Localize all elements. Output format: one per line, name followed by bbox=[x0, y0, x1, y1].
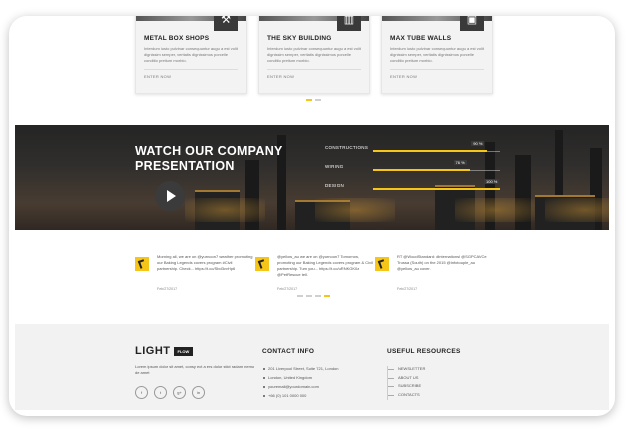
social-links: f t g+ in bbox=[135, 386, 205, 399]
twitter-badge-icon bbox=[255, 257, 269, 271]
tweet-text: @yellow_au we are on @yurnoon7 Tomorrow,… bbox=[277, 254, 373, 277]
carousel-pagination bbox=[306, 99, 321, 101]
toolbox-icon: ▣ bbox=[460, 16, 484, 31]
google-plus-icon[interactable]: g+ bbox=[173, 386, 186, 399]
linkedin-icon[interactable]: in bbox=[192, 386, 205, 399]
tweet-date: Feb/27/2017 bbox=[277, 287, 298, 291]
facebook-icon[interactable]: f bbox=[135, 386, 148, 399]
service-card[interactable]: ⚒ METAL BOX SHOPS Interdum iusto pulvina… bbox=[135, 16, 247, 94]
card-description: Interdum iusto pulvinar consequuntur aug… bbox=[390, 46, 484, 63]
tweets-pagination bbox=[297, 295, 330, 297]
divider bbox=[267, 69, 361, 70]
tweets-section: Morning all, we are on @yurnoon7 weather… bbox=[135, 254, 509, 299]
twitter-badge-icon bbox=[375, 257, 389, 271]
resources-heading: USEFUL RESOURCES bbox=[387, 348, 461, 355]
footer-logo[interactable]: LIGHT FLOW bbox=[135, 345, 194, 357]
pagination-dot[interactable] bbox=[306, 99, 312, 101]
play-icon bbox=[167, 190, 176, 202]
skill-bar-fill bbox=[373, 169, 470, 171]
hammer-icon bbox=[377, 259, 387, 269]
services-section: ⚒ METAL BOX SHOPS Interdum iusto pulvina… bbox=[135, 16, 509, 108]
card-description: Interdum iusto pulvinar consequuntur aug… bbox=[267, 46, 361, 63]
contact-city: London, United Kingdom bbox=[262, 375, 382, 384]
resource-link-newsletter[interactable]: NEWSLETTER bbox=[387, 366, 497, 375]
contact-address: 201 Liverpool Street, Suite 721, London bbox=[262, 366, 382, 375]
hammer-icon bbox=[137, 259, 147, 269]
skill-label: CONSTRUCTIONS bbox=[325, 145, 369, 150]
enter-now-link[interactable]: ENTER NOW bbox=[390, 74, 417, 79]
skill-bar-fill bbox=[373, 188, 500, 190]
skills-list: CONSTRUCTIONS 90 % WIRING 76 % DESIGN 100 % bbox=[325, 141, 500, 202]
tweet-text: Morning all, we are on @yurnoon7 weather… bbox=[157, 254, 253, 271]
building-icon: ▥ bbox=[337, 16, 361, 31]
tweet-date: Feb/27/2017 bbox=[397, 287, 418, 291]
skill-label: DESIGN bbox=[325, 183, 345, 188]
tweet-item: @yellow_au we are on @yurnoon7 Tomorrow,… bbox=[255, 254, 373, 299]
skill-label: WIRING bbox=[325, 164, 344, 169]
resource-link-subscribe[interactable]: SUBSCRIBE bbox=[387, 383, 497, 392]
skill-percent: 100 % bbox=[484, 179, 500, 184]
tweet-item: Morning all, we are on @yurnoon7 weather… bbox=[135, 254, 253, 299]
divider bbox=[390, 69, 484, 70]
skill-row: DESIGN 100 % bbox=[325, 179, 500, 202]
logo-tag: FLOW bbox=[173, 346, 194, 356]
service-card[interactable]: ▥ THE SKY BUILDING Interdum iusto pulvin… bbox=[258, 16, 370, 94]
tweet-text: RT @WoodStandard: #internationsl @SGPCAV… bbox=[397, 254, 487, 271]
card-title: THE SKY BUILDING bbox=[267, 35, 332, 42]
page-viewport: ⚒ METAL BOX SHOPS Interdum iusto pulvina… bbox=[15, 16, 609, 410]
pagination-dot[interactable] bbox=[315, 99, 321, 101]
divider bbox=[144, 69, 238, 70]
pagination-dot[interactable] bbox=[306, 295, 312, 297]
resource-link-about[interactable]: ABOUT US bbox=[387, 374, 497, 383]
skill-row: CONSTRUCTIONS 90 % bbox=[325, 141, 500, 164]
contact-phone: +66 (0) 101 0000 000 bbox=[262, 393, 382, 402]
card-title: METAL BOX SHOPS bbox=[144, 35, 210, 42]
tweet-date: Feb/27/2017 bbox=[157, 287, 178, 291]
hammer-icon bbox=[257, 259, 267, 269]
service-card[interactable]: ▣ MAX TUBE WALLS Interdum iusto pulvinar… bbox=[381, 16, 493, 94]
contact-heading: CONTACT INFO bbox=[262, 348, 315, 355]
logo-word: LIGHT bbox=[135, 345, 171, 357]
resource-link-contacts[interactable]: CONTACTS bbox=[387, 391, 497, 400]
footer-about-text: Lorem ipsum dolor sit amet, consy ect a … bbox=[135, 364, 255, 375]
skill-percent: 90 % bbox=[471, 141, 485, 146]
resources-list: NEWSLETTER ABOUT US SUBSCRIBE CONTACTS bbox=[387, 366, 497, 400]
device-frame: ⚒ METAL BOX SHOPS Interdum iusto pulvina… bbox=[9, 16, 615, 416]
enter-now-link[interactable]: ENTER NOW bbox=[144, 74, 171, 79]
tools-icon: ⚒ bbox=[214, 16, 238, 31]
pagination-dot[interactable] bbox=[324, 295, 330, 297]
skill-percent: 76 % bbox=[453, 160, 467, 165]
twitter-badge-icon bbox=[135, 257, 149, 271]
tweet-item: RT @WoodStandard: #internationsl @SGPCAV… bbox=[375, 254, 493, 299]
skill-bar-fill bbox=[373, 150, 488, 152]
overlay bbox=[15, 125, 609, 230]
play-button[interactable] bbox=[155, 181, 185, 211]
pagination-dot[interactable] bbox=[315, 295, 321, 297]
twitter-icon[interactable]: t bbox=[154, 386, 167, 399]
presentation-heading: WATCH OUR COMPANY PRESENTATION bbox=[135, 144, 283, 173]
skill-row: WIRING 76 % bbox=[325, 160, 500, 183]
pagination-dot[interactable] bbox=[297, 295, 303, 297]
contact-list: 201 Liverpool Street, Suite 721, London … bbox=[262, 366, 382, 402]
contact-email[interactable]: youremail@yourdomain.com bbox=[262, 384, 382, 393]
presentation-banner: WATCH OUR COMPANY PRESENTATION CONSTRUCT… bbox=[15, 125, 609, 230]
card-description: Interdum iusto pulvinar consequuntur aug… bbox=[144, 46, 238, 63]
card-title: MAX TUBE WALLS bbox=[390, 35, 452, 42]
enter-now-link[interactable]: ENTER NOW bbox=[267, 74, 294, 79]
footer: LIGHT FLOW Lorem ipsum dolor sit amet, c… bbox=[15, 324, 609, 410]
